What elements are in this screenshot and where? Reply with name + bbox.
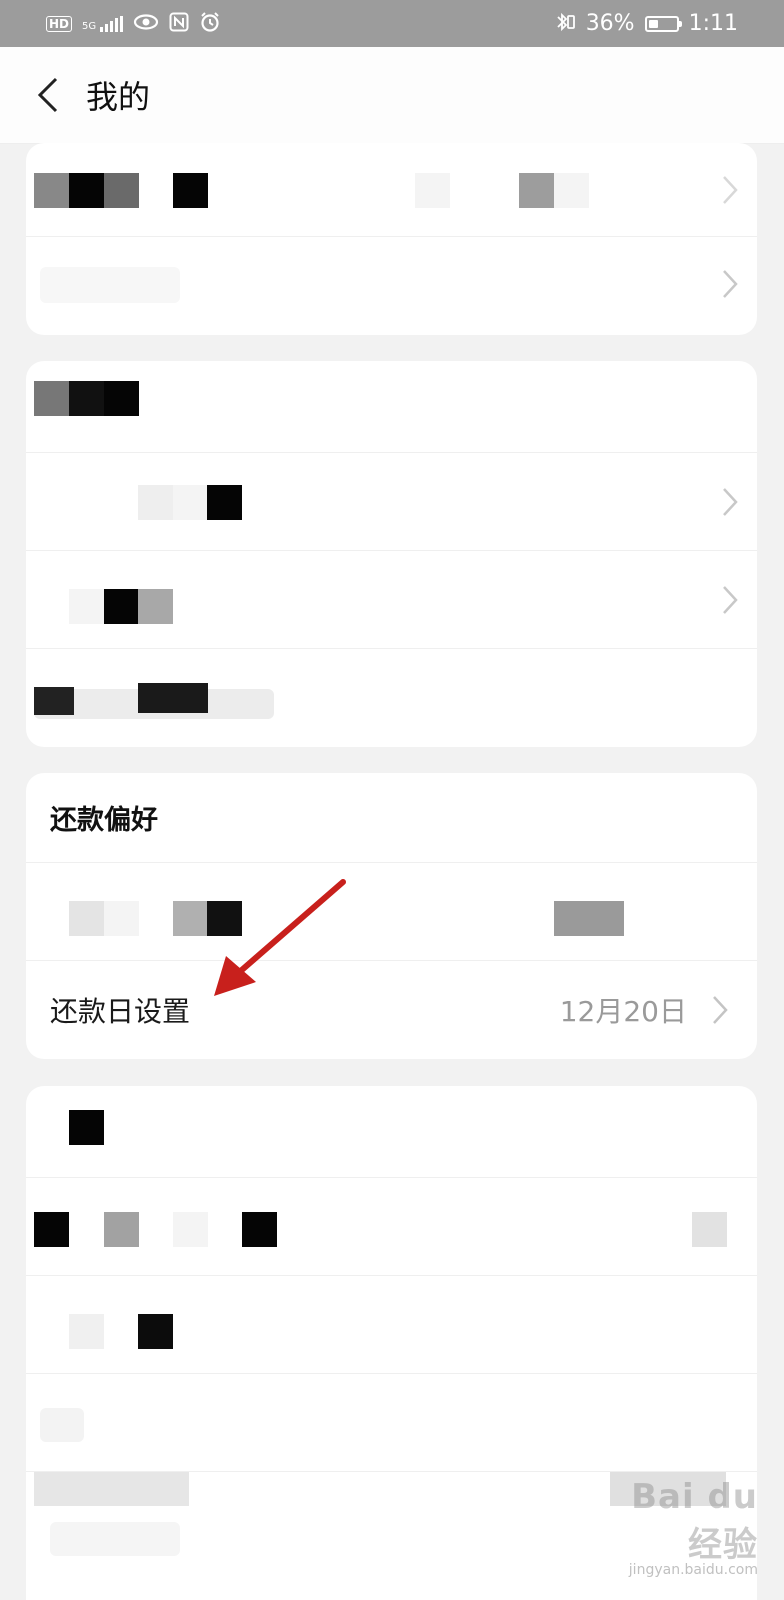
pixelated-block [34, 1472, 189, 1506]
settings-row[interactable] [26, 551, 757, 649]
hd-icon: HD [46, 15, 73, 32]
settings-row[interactable] [26, 649, 757, 747]
settings-row[interactable] [26, 1374, 757, 1472]
pixelated-block [138, 683, 208, 713]
app-header: 我的 [0, 47, 784, 144]
settings-row[interactable] [26, 237, 757, 335]
clock: 1:11 [688, 11, 738, 36]
pixelated-block [138, 589, 173, 624]
settings-row[interactable] [26, 863, 757, 961]
pixelated-block [104, 381, 139, 416]
chevron-right-icon [717, 583, 743, 617]
bluetooth-vibrate-icon [554, 11, 576, 37]
repayment-day-setting-row[interactable]: 还款日设置 12月20日 [26, 961, 757, 1059]
pixelated-block [69, 1314, 104, 1349]
blurred-label [50, 1522, 180, 1556]
pixelated-block [207, 485, 242, 520]
section-header: 还款偏好 [26, 773, 757, 863]
battery-icon [644, 15, 682, 32]
battery-percent: 36% [585, 11, 635, 36]
pixelated-block [554, 173, 589, 208]
pixelated-block [69, 589, 104, 624]
pixelated-block [69, 901, 104, 936]
blurred-label [40, 267, 180, 303]
signal-bars [100, 15, 124, 32]
pixelated-block [173, 173, 208, 208]
settings-card-1 [26, 143, 757, 335]
settings-row [26, 361, 757, 453]
settings-row[interactable] [26, 453, 757, 551]
pixelated-block [138, 485, 173, 520]
pixelated-block [69, 381, 104, 416]
watermark-main: Bai du 经验 [631, 1477, 758, 1565]
pixelated-block [173, 1212, 208, 1247]
status-bar-left: HD 5G [46, 11, 221, 37]
settings-row [26, 1086, 757, 1178]
pixelated-block [138, 1314, 173, 1349]
pixelated-block [207, 901, 242, 936]
pixelated-block [415, 173, 450, 208]
status-bar: HD 5G 36% 1:11 [0, 0, 784, 47]
pixelated-block [104, 1212, 139, 1247]
watermark-logo: Bai du 经验 jingyan.baidu.com [608, 1477, 758, 1578]
back-button[interactable] [28, 75, 68, 115]
pixelated-block [173, 901, 208, 936]
section-title: 还款偏好 [50, 805, 158, 836]
pixelated-block [34, 381, 69, 416]
pixelated-block [69, 173, 104, 208]
5g-signal-icon: 5G [82, 15, 124, 32]
watermark-sub: jingyan.baidu.com [628, 1562, 758, 1578]
chevron-left-icon [37, 77, 58, 113]
status-bar-right: 36% 1:11 [554, 11, 738, 37]
pixelated-block [104, 173, 139, 208]
settings-row[interactable] [26, 1276, 757, 1374]
eye-icon [133, 13, 159, 34]
network-type-label: 5G [82, 20, 97, 32]
nfc-icon [169, 12, 189, 36]
settings-row[interactable] [26, 143, 757, 237]
pixelated-block [242, 1212, 277, 1247]
repayment-preference-card: 还款偏好 还款日设置 12月20日 [26, 773, 757, 1059]
repayment-day-value: 12月20日 [559, 995, 687, 1028]
settings-card-2 [26, 361, 757, 747]
pixelated-block [34, 687, 74, 715]
pixelated-block [34, 1212, 69, 1247]
chevron-right-icon [717, 267, 743, 301]
pixelated-block [692, 1212, 727, 1247]
battery-fill [648, 19, 658, 28]
pixelated-block [104, 589, 139, 624]
settings-row[interactable] [26, 1178, 757, 1276]
pixelated-block [69, 1110, 104, 1145]
pixelated-block [519, 173, 554, 208]
pixelated-block [554, 901, 624, 936]
chevron-right-icon [717, 173, 743, 207]
blurred-label [40, 1408, 84, 1442]
page-title: 我的 [86, 78, 151, 116]
chevron-right-icon [707, 993, 733, 1027]
pixelated-block [104, 901, 139, 936]
chevron-right-icon [717, 485, 743, 519]
alarm-icon [199, 11, 221, 37]
repayment-day-label: 还款日设置 [50, 995, 191, 1028]
pixelated-block [34, 173, 69, 208]
pixelated-block [173, 485, 208, 520]
